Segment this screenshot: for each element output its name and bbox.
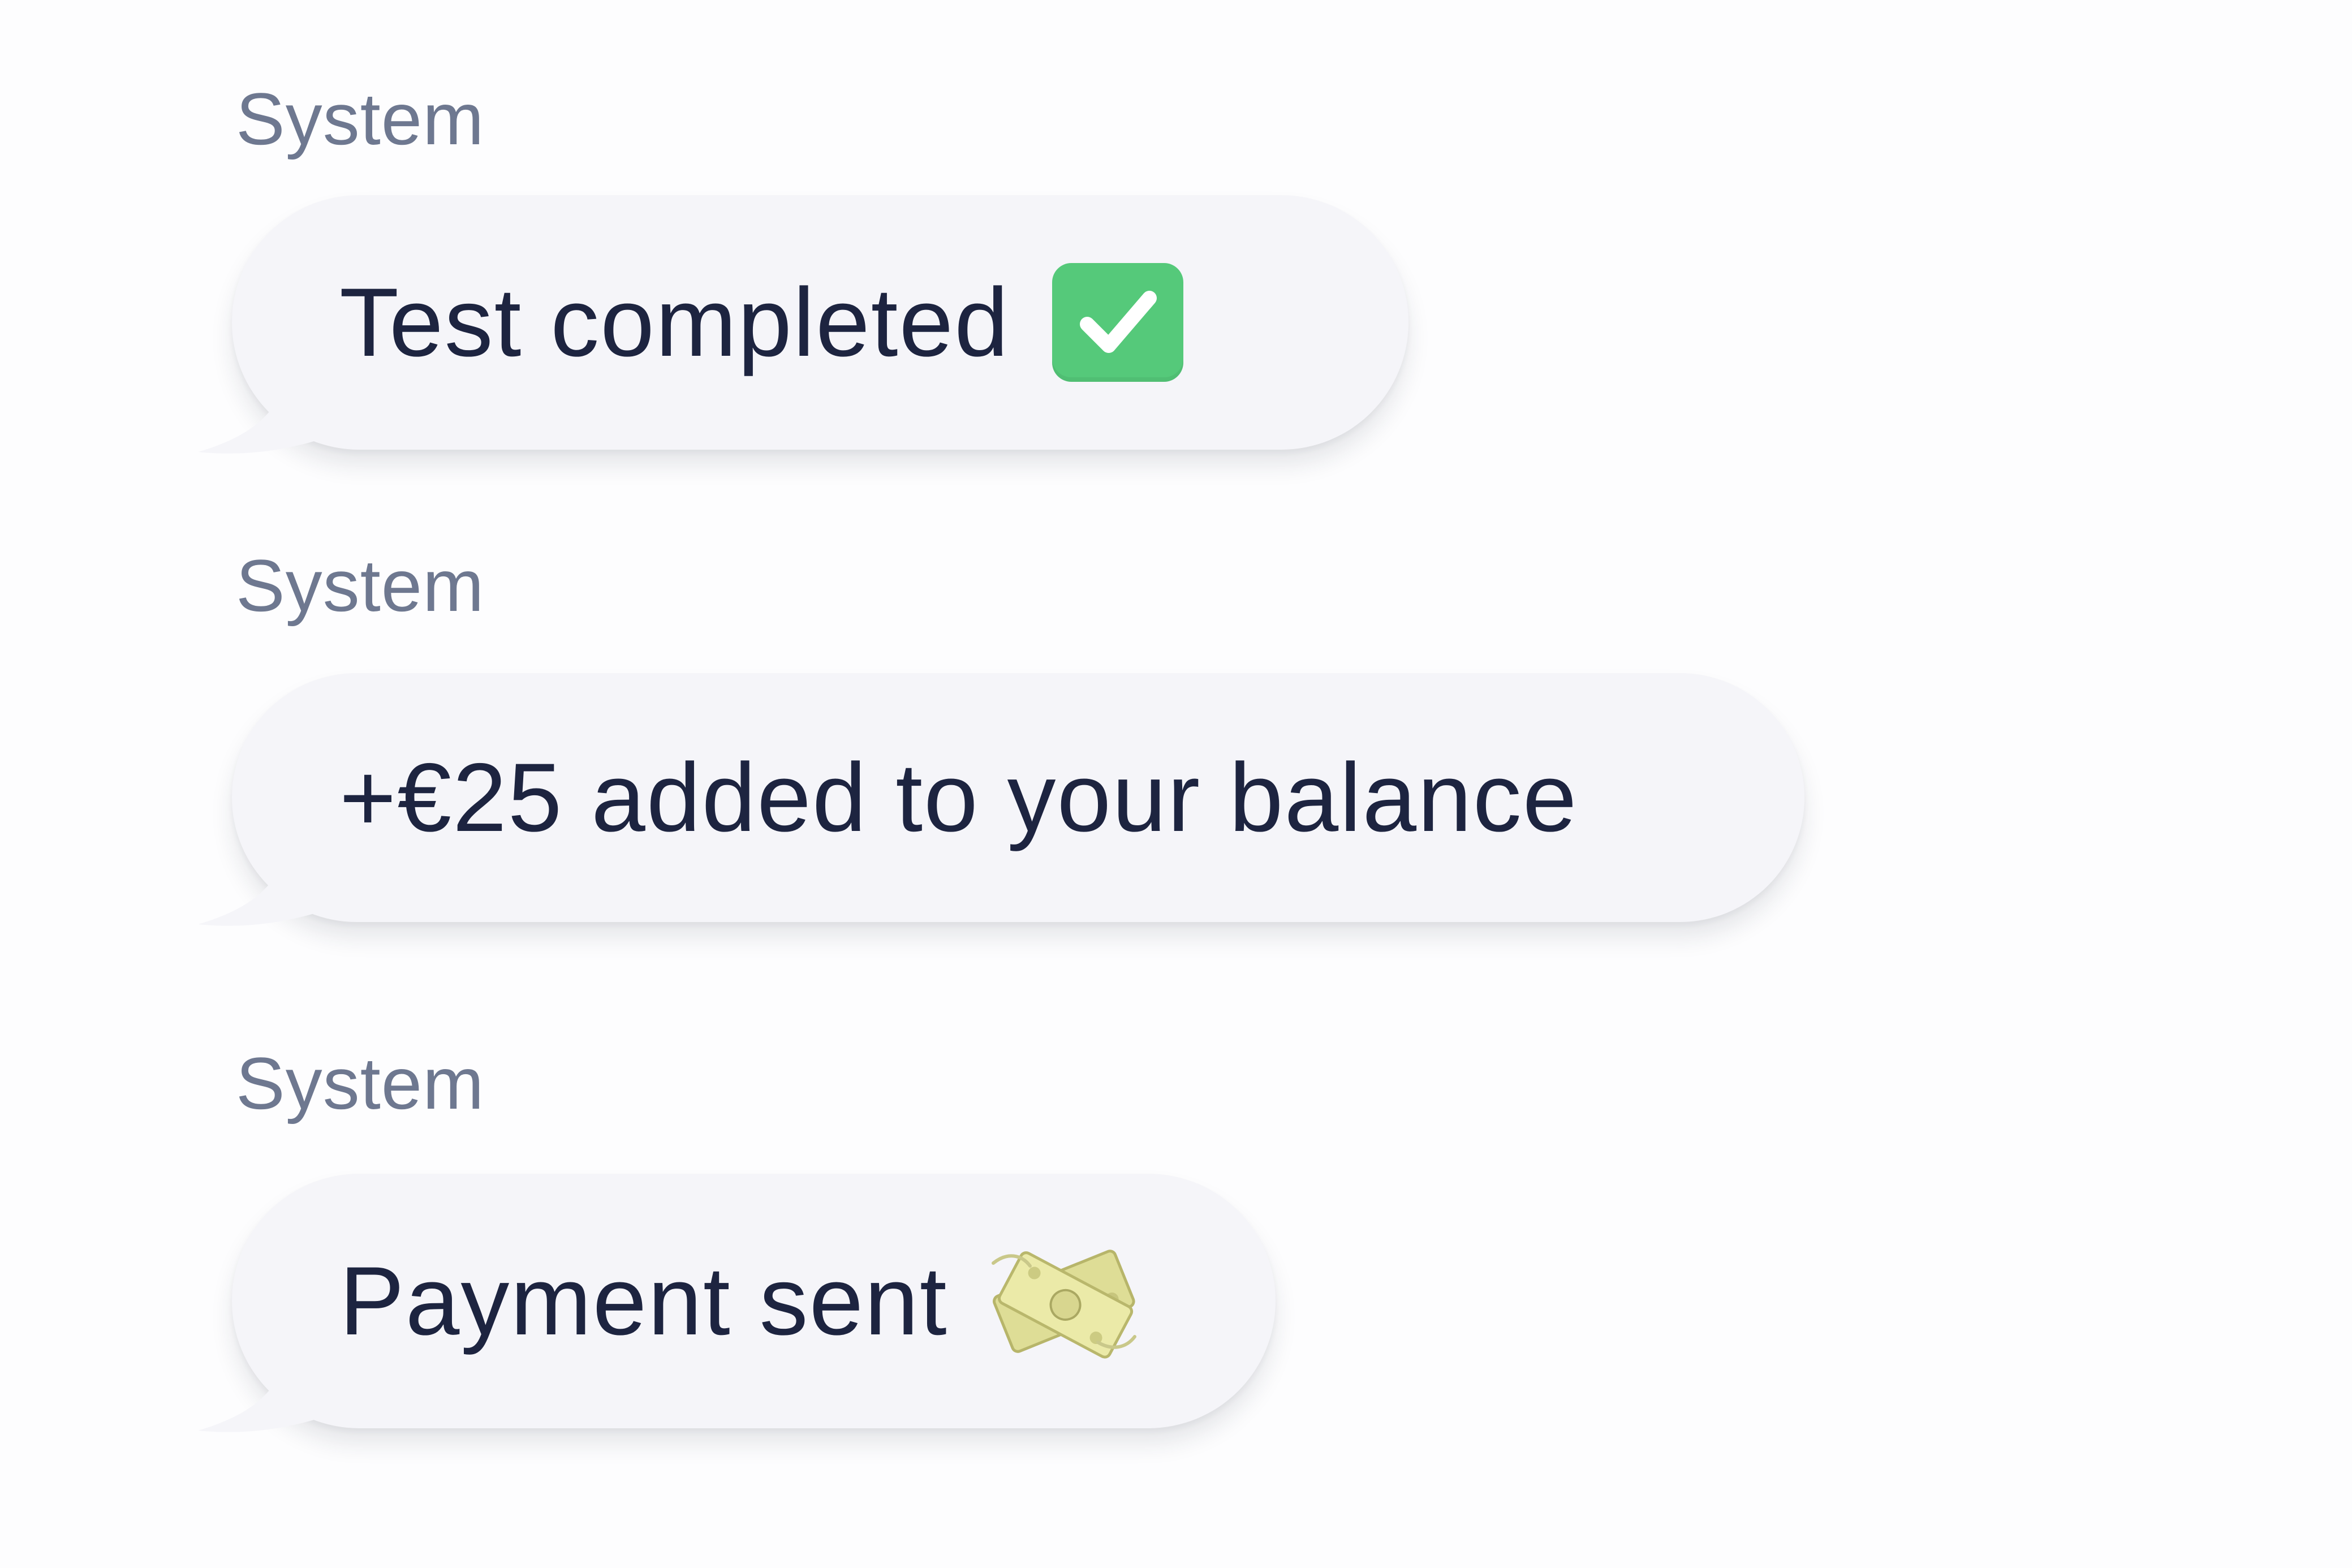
message-content: +€25 added to your balance: [339, 673, 1578, 922]
message-text: Payment sent: [339, 1247, 948, 1355]
message-text: Test completed: [339, 268, 1010, 377]
message-text: +€25 added to your balance: [339, 743, 1578, 852]
message-bubble[interactable]: Payment sent: [198, 1174, 1276, 1432]
bubble-tail: [198, 1345, 334, 1432]
sender-label: System: [236, 77, 485, 160]
sender-label: System: [236, 1042, 485, 1125]
message-thread: System Test completed System +€25 added …: [0, 0, 2352, 1568]
check-mark-button-icon: [1052, 263, 1183, 382]
sender-label: System: [236, 544, 485, 627]
message-content: Test completed: [339, 195, 1183, 450]
message-content: Payment sent: [339, 1174, 1146, 1428]
message-bubble[interactable]: Test completed: [198, 195, 1408, 454]
money-with-wings-icon: [982, 1240, 1146, 1362]
bubble-tail: [198, 366, 334, 454]
bubble-tail: [198, 838, 334, 926]
message-bubble[interactable]: +€25 added to your balance: [198, 673, 1804, 926]
